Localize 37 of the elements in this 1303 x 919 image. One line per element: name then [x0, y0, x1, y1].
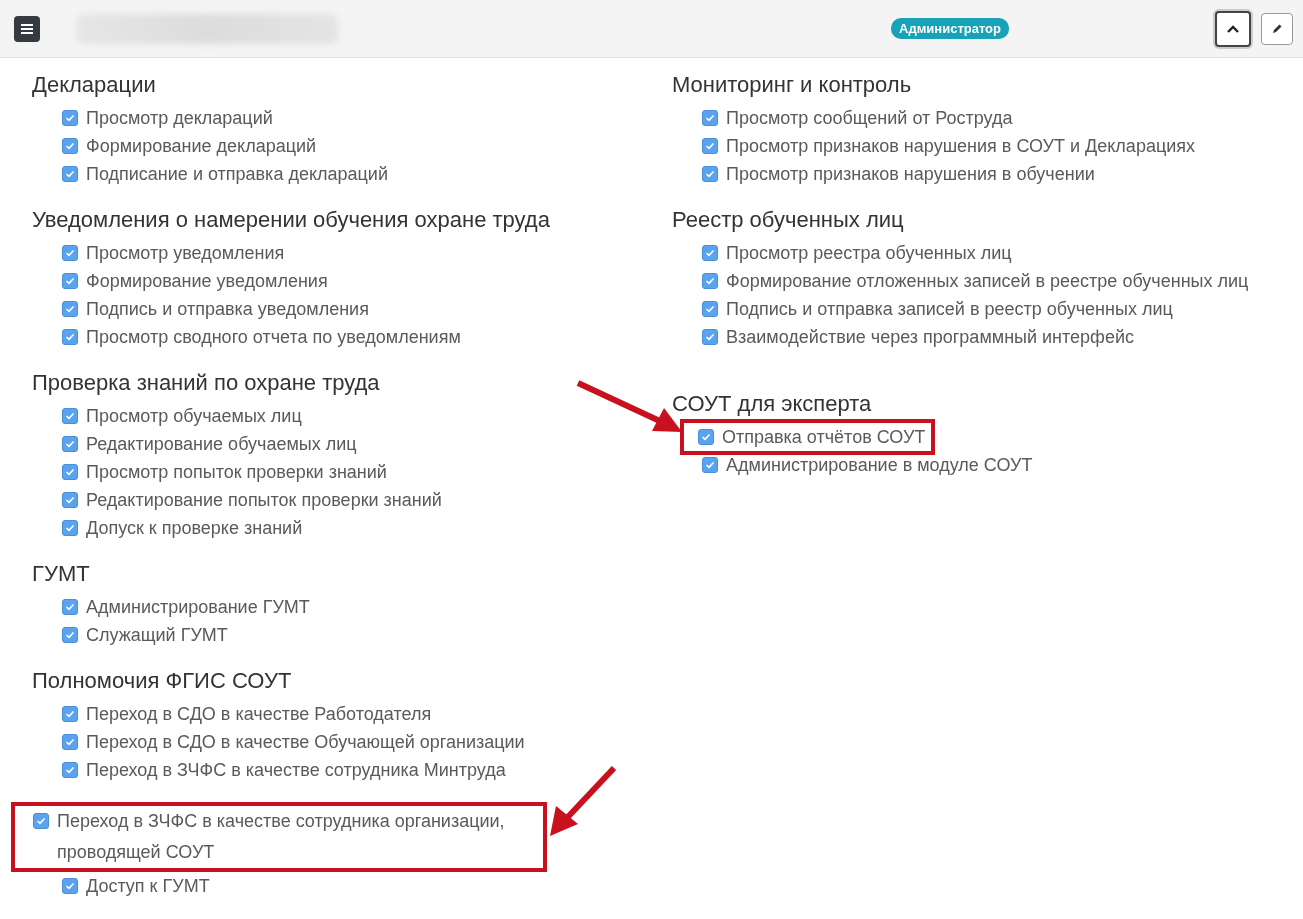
permission-label: Переход в СДО в качестве Работодателя — [86, 703, 432, 726]
permission-label: Просмотр обучаемых лиц — [86, 405, 302, 428]
permission-label: Просмотр сводного отчета по уведомлениям — [86, 326, 461, 349]
permission-label: Переход в ЗЧФС в качестве сотрудника организации, проводящей СОУТ — [57, 810, 506, 864]
permission-label: Просмотр сообщений от Роструда — [726, 107, 1013, 130]
group-heading: Декларации — [32, 72, 157, 98]
permission-label: Формирование уведомления — [86, 270, 328, 293]
permission-label: Формирование отложенных записей в реестре обученных лиц — [726, 270, 1249, 293]
permission-label: Просмотр реестра обученных лиц — [726, 242, 1012, 265]
group-heading: СОУТ для эксперта — [672, 391, 873, 417]
permission-label: Подпись и отправка уведомления — [86, 298, 369, 321]
permission-label: Переход в СДО в качестве Обучающей организации — [86, 731, 525, 754]
permission-label: Просмотр уведомления — [86, 242, 285, 265]
permission-label: Отправка отчётов СОУТ — [722, 426, 926, 449]
group-heading: Реестр обученных лиц — [672, 207, 905, 233]
permission-label: Служащий ГУМТ — [86, 624, 228, 647]
permission-label: Администрирование в модуле СОУТ — [726, 454, 1033, 477]
permission-label: Подписание и отправка деклараций — [86, 163, 388, 186]
group-heading: Мониторинг и контроль — [672, 72, 913, 98]
permission-label: Редактирование попыток проверки знаний — [86, 489, 442, 512]
group-heading: Полномочия ФГИС СОУТ — [32, 668, 293, 694]
permission-label: Просмотр деклараций — [86, 107, 273, 130]
group-heading: ГУМТ — [32, 561, 91, 587]
permission-label: Допуск к проверке знаний — [86, 517, 303, 540]
permission-label: Взаимодействие через программный интерфейс — [726, 326, 1134, 349]
permission-label: Подпись и отправка записей в реестр обученных лиц — [726, 298, 1173, 321]
permission-label: Просмотр признаков нарушения в СОУТ и Декларациях — [726, 135, 1195, 158]
permission-label: Просмотр признаков нарушения в обучении — [726, 163, 1095, 186]
permission-label: Доступ к ГУМТ — [86, 875, 210, 898]
permission-label: Просмотр попыток проверки знаний — [86, 461, 387, 484]
permission-label: Редактирование обучаемых лиц — [86, 433, 357, 456]
permission-label: Формирование деклараций — [86, 135, 317, 158]
group-heading: Уведомления о намерении обучения охране труда — [32, 207, 551, 233]
group-heading: Проверка знаний по охране труда — [32, 370, 381, 396]
permission-label: Администрирование ГУМТ — [86, 596, 310, 619]
role-badge: Администратор — [891, 18, 1009, 39]
permission-label: Переход в ЗЧФС в качестве сотрудника Минтруда — [86, 759, 506, 782]
